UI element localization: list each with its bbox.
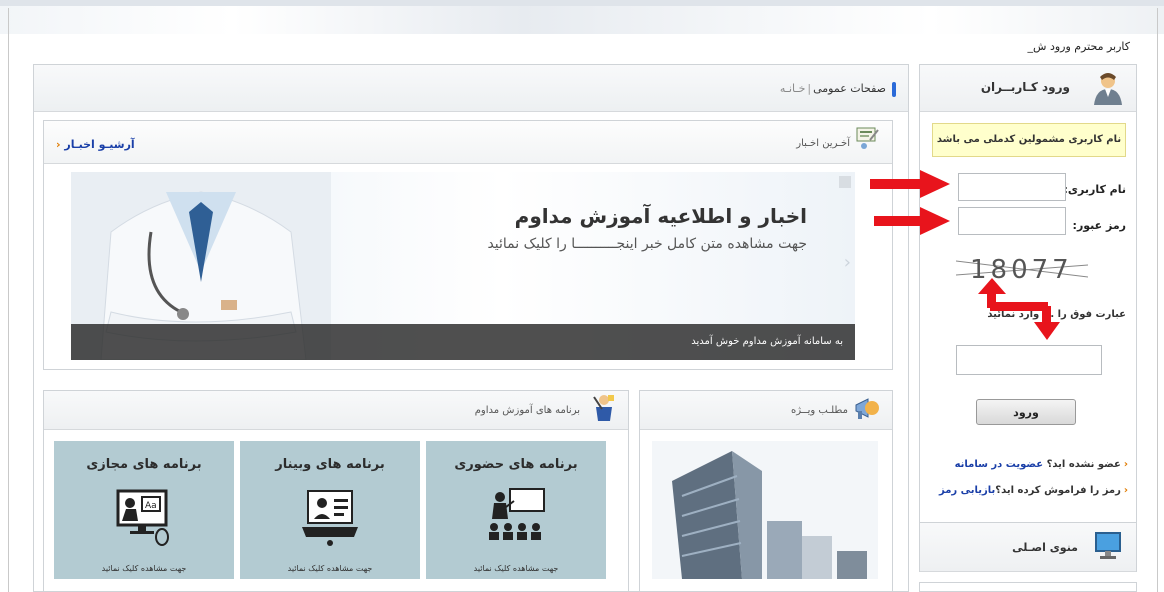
- classroom-icon: [489, 488, 545, 540]
- news-header: آخـرین اخـبار آرشیـو اخبـار ‹: [44, 121, 892, 164]
- programs-header: برنامه های آموزش مداوم: [44, 391, 628, 430]
- username-notice: نام کاربری مشمولین کدملی می باشد: [932, 123, 1126, 157]
- username-field[interactable]: [958, 173, 1066, 201]
- tile-in-person-caption[interactable]: جهت مشاهده کلیک نمائید: [426, 564, 606, 573]
- captcha-field[interactable]: [956, 345, 1102, 375]
- register-text: عضو نشده اید؟: [1046, 459, 1121, 470]
- password-label: رمز عبور:: [1072, 219, 1126, 232]
- login-title: ورود کـاربــران: [980, 80, 1070, 94]
- greeting-text: کاربر محترم ورود ش_: [1027, 40, 1130, 53]
- forgot-text: رمز را فراموش کرده اید؟: [995, 485, 1121, 496]
- tile-virtual-caption[interactable]: جهت مشاهده کلیک نمائید: [54, 564, 234, 573]
- pause-icon[interactable]: [839, 176, 851, 188]
- special-header: مطلـب ویــژه: [640, 391, 892, 430]
- chevron-left-icon: ‹: [1123, 459, 1128, 470]
- building-image[interactable]: [652, 441, 878, 579]
- breadcrumb-bar: صفحات عمومی|خـانـه: [34, 65, 908, 112]
- captcha-text: 18077: [970, 255, 1073, 285]
- captcha-hint: عبارت فوق را ... وارد نمائید: [987, 309, 1126, 320]
- password-field[interactable]: [958, 207, 1066, 235]
- menu-header[interactable]: منوی اصـلی: [920, 523, 1136, 572]
- chevron-right-icon[interactable]: ›: [844, 252, 851, 273]
- tile-in-person-title[interactable]: برنامه های حضوری: [426, 457, 606, 472]
- register-row: ‹عضو نشده اید؟ عضویت در سامانه: [955, 459, 1128, 470]
- login-button[interactable]: ورود: [976, 399, 1076, 425]
- breadcrumb: صفحات عمومی|خـانـه: [780, 82, 886, 95]
- news-archive-link[interactable]: آرشیـو اخبـار ‹: [56, 138, 135, 151]
- news-slider[interactable]: › اخبار و اطلاعیه آموزش مداوم جهت مشاهده…: [71, 172, 855, 360]
- breadcrumb-current[interactable]: خـانـه: [780, 82, 806, 95]
- monitor-icon: [1095, 532, 1121, 559]
- megaphone-icon: [855, 398, 879, 419]
- main-menu-panel: منوی اصـلی: [919, 522, 1137, 572]
- tile-in-person[interactable]: برنامه های حضوری جهت مشاهده کلیک نمائید: [426, 441, 606, 579]
- captcha-image: 18077: [956, 251, 1088, 285]
- slide-caption: به سامانه آموزش مداوم خوش آمدید: [691, 336, 843, 347]
- slide-caption-bar: به سامانه آموزش مداوم خوش آمدید: [71, 324, 855, 360]
- slide-headline[interactable]: اخبار و اطلاعیه آموزش مداوم: [515, 204, 807, 228]
- svg-text:Aa: Aa: [145, 501, 157, 511]
- register-link[interactable]: عضویت در سامانه: [955, 459, 1044, 470]
- menu-title: منوی اصـلی: [1012, 541, 1078, 554]
- virtual-class-icon: Aa: [116, 489, 169, 546]
- webinar-icon: [302, 490, 358, 546]
- forgot-row: ‹رمز را فراموش کرده اید؟بازیابی رمز: [939, 485, 1128, 496]
- special-title: مطلـب ویــژه: [790, 405, 848, 416]
- breadcrumb-marker: [892, 82, 896, 97]
- login-panel: ورود کـاربــران نام کاربری مشمولین کدملی…: [919, 64, 1137, 526]
- tile-virtual-title[interactable]: برنامه های مجازی: [54, 457, 234, 472]
- breadcrumb-separator: |: [807, 82, 812, 95]
- special-article-panel: مطلـب ویــژه: [639, 390, 893, 592]
- slide-subtitle[interactable]: جهت مشاهده متن کامل خبر اینجــــــــــا …: [487, 236, 807, 252]
- tile-webinar[interactable]: برنامه های وبینار جهت مشاهده کلیک نمائید: [240, 441, 420, 579]
- tile-webinar-caption[interactable]: جهت مشاهده کلیک نمائید: [240, 564, 420, 573]
- tile-virtual[interactable]: برنامه های مجازی Aa جهت مشاهده کلیک نمائ…: [54, 441, 234, 579]
- user-icon: [1094, 73, 1122, 105]
- top-rule: [0, 0, 1164, 6]
- programs-panel: برنامه های آموزش مداوم برنامه های حضوری …: [43, 390, 629, 592]
- news-title: آخـرین اخـبار: [796, 138, 850, 149]
- news-archive-label[interactable]: آرشیـو اخبـار: [64, 138, 134, 151]
- next-panel: [919, 582, 1137, 592]
- tile-webinar-title[interactable]: برنامه های وبینار: [240, 457, 420, 472]
- teacher-icon: [593, 395, 614, 421]
- breadcrumb-section[interactable]: صفحات عمومی: [813, 82, 886, 95]
- programs-title: برنامه های آموزش مداوم: [474, 405, 580, 416]
- news-icon: [856, 127, 879, 149]
- chevron-left-icon: ‹: [56, 138, 61, 151]
- forgot-password-link[interactable]: بازیابی رمز: [939, 485, 995, 496]
- latest-news-panel: آخـرین اخـبار آرشیـو اخبـار ‹ › اخبار و …: [43, 120, 893, 370]
- chevron-left-icon: ‹: [1123, 485, 1128, 496]
- username-label: نام کاربری:: [1063, 183, 1126, 196]
- login-header: ورود کـاربــران: [920, 65, 1136, 112]
